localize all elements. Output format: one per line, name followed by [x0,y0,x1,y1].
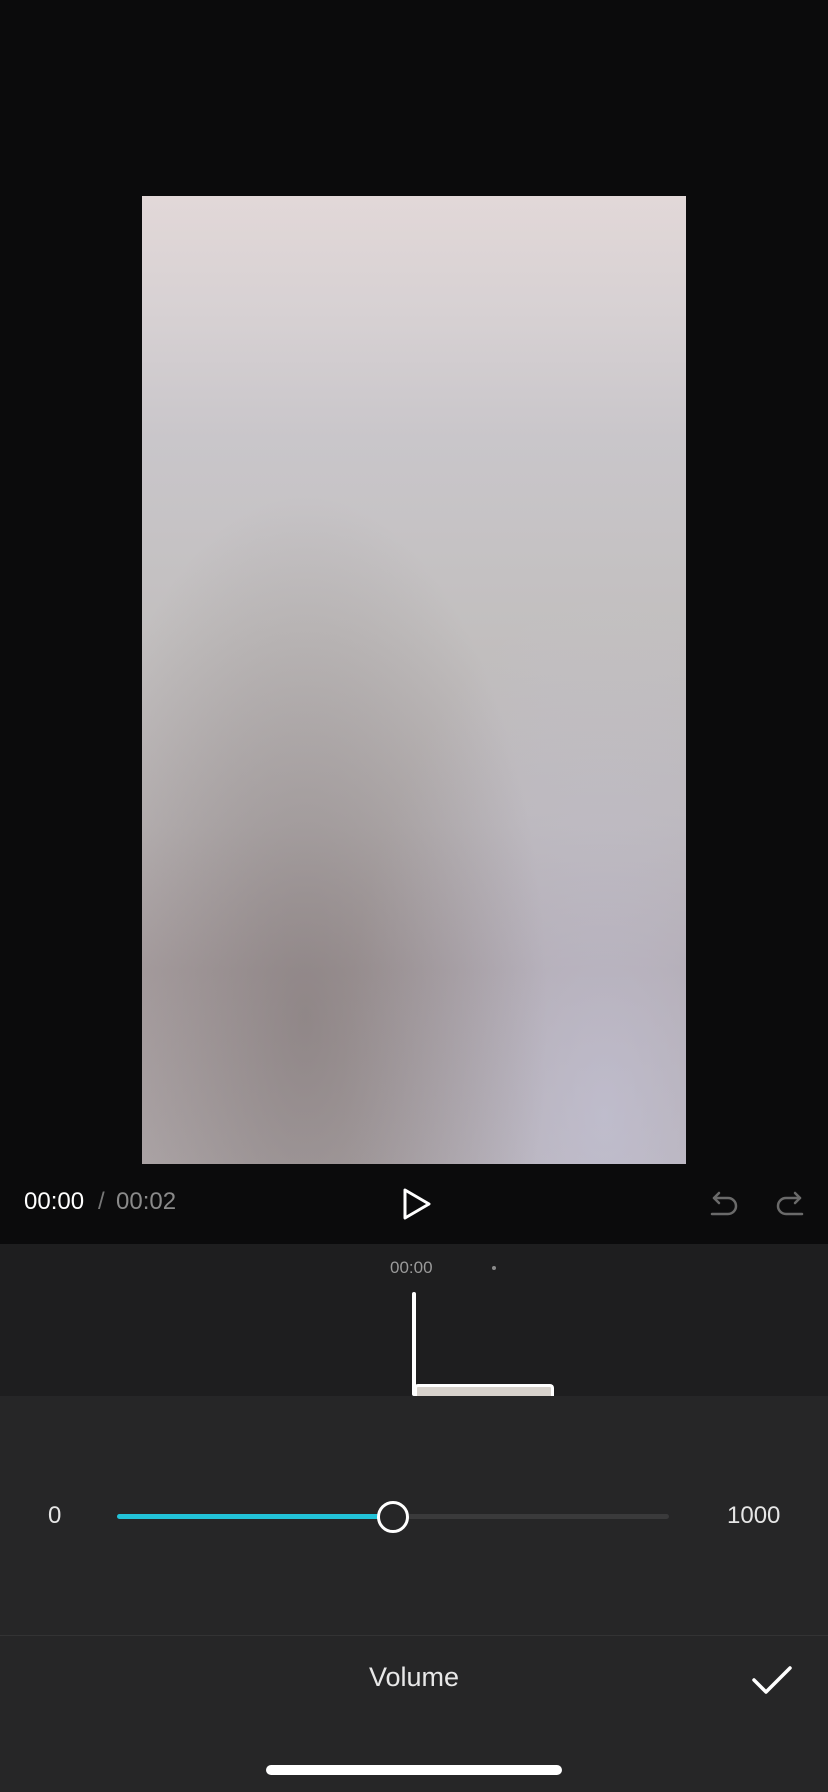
playhead [412,1292,416,1396]
video-frame[interactable] [142,196,686,1164]
timeline-timestamp: 00:00 [390,1258,433,1277]
check-icon [752,1666,792,1694]
undo-icon [710,1191,738,1216]
volume-min-label: 0 [48,1502,62,1529]
volume-slider[interactable] [117,1501,669,1533]
time-separator: / [98,1188,105,1215]
total-time: 00:02 [116,1188,177,1215]
redo-icon [776,1191,804,1216]
timeline-tick-dot [492,1266,496,1270]
panel-title: Volume [368,1662,460,1692]
redo-button[interactable] [774,1186,810,1222]
confirm-button[interactable] [750,1660,794,1700]
current-time: 00:00 [24,1188,85,1215]
home-indicator [266,1765,562,1775]
play-button[interactable] [396,1184,436,1224]
volume-slider-fill [117,1514,393,1519]
undo-button[interactable] [704,1186,740,1222]
volume-max-label: 1000 [727,1502,781,1529]
volume-slider-thumb[interactable] [377,1501,409,1533]
play-icon [403,1188,431,1220]
panel-divider [0,1635,828,1636]
volume-panel [0,1396,828,1792]
video-preview-area [0,0,828,1244]
